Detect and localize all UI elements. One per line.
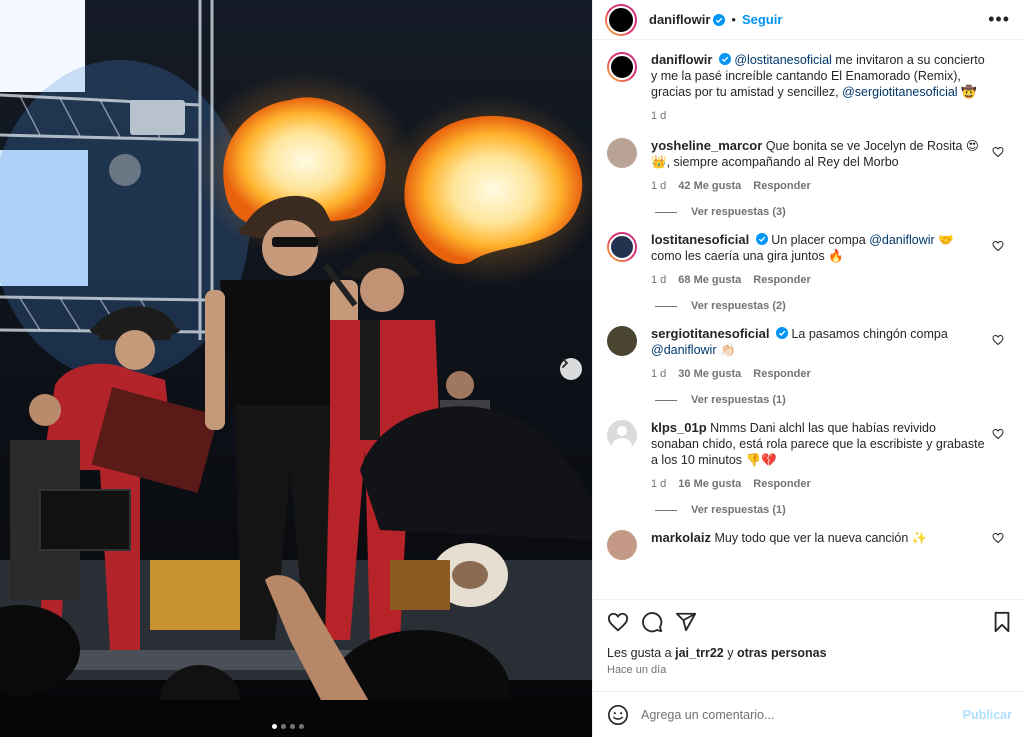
comment-text: Muy todo que ver la nueva canción ✨ <box>714 531 928 545</box>
next-photo-button[interactable] <box>560 358 582 380</box>
verified-icon <box>713 13 726 26</box>
like-heart-icon[interactable] <box>607 611 629 633</box>
carousel-indicator <box>272 724 304 729</box>
likes-mid: y <box>723 646 737 660</box>
reply-button[interactable]: Responder <box>753 476 810 492</box>
view-replies-label: Ver respuestas (1) <box>691 394 786 406</box>
reply-button[interactable]: Responder <box>753 178 810 194</box>
avatar[interactable] <box>607 420 637 450</box>
post-photo[interactable] <box>0 0 592 737</box>
carousel-dot <box>281 724 286 729</box>
comment-item: sergiotitanesoficial La pasamos chingón … <box>607 326 1012 382</box>
view-replies-button[interactable]: Ver respuestas (1) <box>655 394 1012 406</box>
view-replies-label: Ver respuestas (1) <box>691 504 786 516</box>
comment-likes[interactable]: 30 Me gusta <box>678 366 741 382</box>
avatar[interactable] <box>607 232 637 262</box>
heart-icon[interactable] <box>992 146 1004 158</box>
comment-icon[interactable] <box>641 611 663 633</box>
comment-likes[interactable]: 42 Me gusta <box>678 178 741 194</box>
view-replies-label: Ver respuestas (3) <box>691 206 786 218</box>
verified-icon <box>718 53 731 65</box>
comment-text: La pasamos chingón compa <box>791 327 948 341</box>
comment-likes[interactable]: 16 Me gusta <box>678 476 741 492</box>
caption-mention[interactable]: @sergiotitanesoficial <box>842 85 958 99</box>
chevron-right-icon <box>562 358 568 368</box>
post-header: daniflowir • Seguir ••• <box>593 0 1024 40</box>
comment-text: Un placer compa <box>771 233 870 247</box>
verified-icon <box>775 327 788 339</box>
comment-text: 👏🏻 <box>716 343 736 357</box>
post-caption: daniflowir @lostitanesoficial me invitar… <box>607 52 1012 124</box>
likes-prefix: Les gusta a <box>607 646 676 660</box>
comment-time[interactable]: 1 d <box>651 366 666 382</box>
save-icon[interactable] <box>992 611 1012 633</box>
more-options-icon[interactable]: ••• <box>988 9 1010 30</box>
likes-summary[interactable]: Les gusta a jai_trr22 y otras personas <box>607 646 1012 660</box>
comment-item: markolaiz Muy todo que ver la nueva canc… <box>607 530 1012 560</box>
post-detail-pane: daniflowir • Seguir ••• daniflowir @lost… <box>592 0 1024 737</box>
avatar[interactable] <box>607 138 637 168</box>
comment-username[interactable]: markolaiz <box>651 530 711 545</box>
header-username[interactable]: daniflowir <box>649 12 710 27</box>
caption-time[interactable]: 1 d <box>651 108 666 124</box>
view-replies-button[interactable]: Ver respuestas (3) <box>655 206 1012 218</box>
post-actions: Les gusta a jai_trr22 y otras personas H… <box>593 599 1024 691</box>
comment-time[interactable]: 1 d <box>651 178 666 194</box>
verified-icon <box>755 233 768 245</box>
caption-emoji: 🤠 <box>957 85 977 99</box>
comment-username[interactable]: klps_01p <box>651 420 707 435</box>
comment-item: klps_01p Nmms Dani alchl las que habías … <box>607 420 1012 492</box>
carousel-dot <box>290 724 295 729</box>
reply-button[interactable]: Responder <box>753 272 810 288</box>
header-separator: • <box>731 12 736 27</box>
publish-button[interactable]: Publicar <box>963 708 1012 722</box>
likes-user[interactable]: jai_trr22 <box>675 646 724 660</box>
caption-username[interactable]: daniflowir <box>651 52 712 67</box>
comment-item: lostitanesoficial Un placer compa @danif… <box>607 232 1012 288</box>
avatar[interactable] <box>605 3 637 36</box>
avatar[interactable] <box>607 52 637 82</box>
heart-icon[interactable] <box>992 240 1004 252</box>
follow-button[interactable]: Seguir <box>742 12 782 27</box>
carousel-dot-active <box>272 724 277 729</box>
caption-mention[interactable]: @lostitanesoficial <box>734 53 831 67</box>
comment-item: yosheline_marcor Que bonita se ve Jocely… <box>607 138 1012 194</box>
avatar[interactable] <box>607 530 637 560</box>
comment-username[interactable]: yosheline_marcor <box>651 138 762 153</box>
view-replies-button[interactable]: Ver respuestas (2) <box>655 300 1012 312</box>
heart-icon[interactable] <box>992 532 1004 544</box>
view-replies-label: Ver respuestas (2) <box>691 300 786 312</box>
emoji-icon[interactable] <box>607 704 629 726</box>
view-replies-button[interactable]: Ver respuestas (1) <box>655 504 1012 516</box>
heart-icon[interactable] <box>992 334 1004 346</box>
carousel-dot <box>299 724 304 729</box>
reply-button[interactable]: Responder <box>753 366 810 382</box>
concert-photo <box>0 0 592 737</box>
posted-time[interactable]: Hace un día <box>607 664 1012 676</box>
comments-list[interactable]: daniflowir @lostitanesoficial me invitar… <box>593 40 1024 599</box>
comment-username[interactable]: sergiotitanesoficial <box>651 326 769 341</box>
comment-time[interactable]: 1 d <box>651 476 666 492</box>
share-icon[interactable] <box>675 611 697 633</box>
avatar[interactable] <box>607 326 637 356</box>
comment-username[interactable]: lostitanesoficial <box>651 232 749 247</box>
comment-input[interactable] <box>641 707 963 722</box>
add-comment-bar: Publicar <box>593 691 1024 737</box>
comment-time[interactable]: 1 d <box>651 272 666 288</box>
comment-mention[interactable]: @daniflowir <box>651 343 717 357</box>
heart-icon[interactable] <box>992 428 1004 440</box>
comment-likes[interactable]: 68 Me gusta <box>678 272 741 288</box>
comment-mention[interactable]: @daniflowir <box>869 233 935 247</box>
likes-others[interactable]: otras personas <box>737 646 827 660</box>
